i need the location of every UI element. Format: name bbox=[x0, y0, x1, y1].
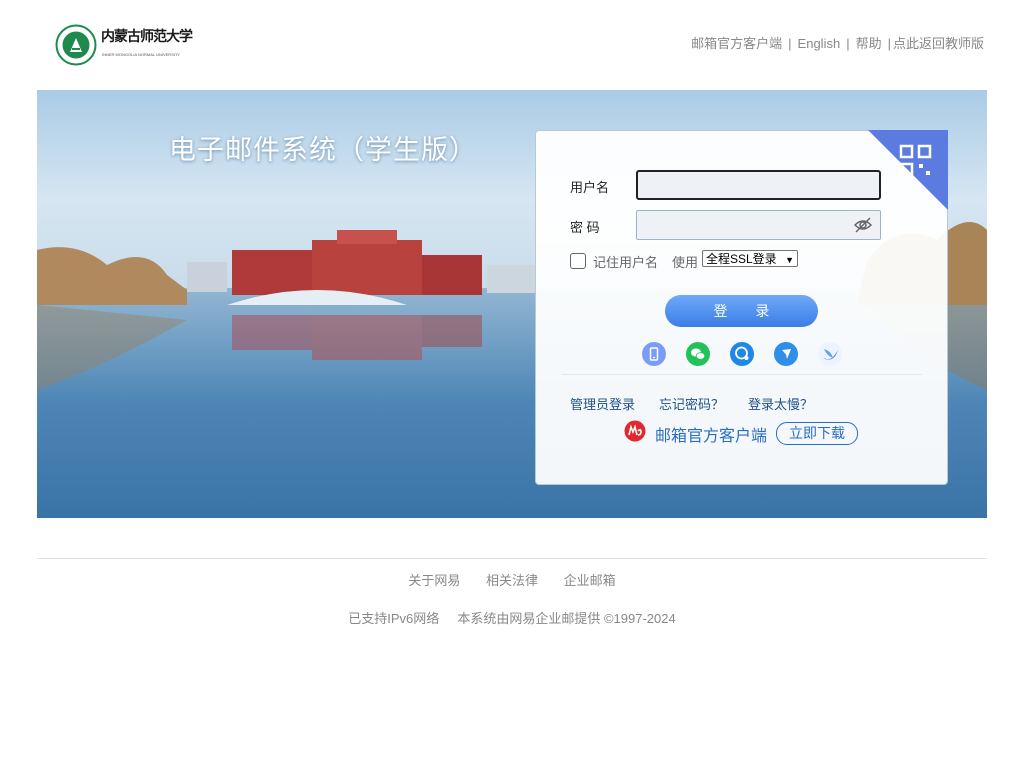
username-label: 用户名 bbox=[570, 180, 610, 195]
password-input[interactable] bbox=[636, 210, 881, 240]
phone-login-button[interactable] bbox=[642, 342, 666, 366]
wechat-login-button[interactable] bbox=[686, 342, 710, 366]
top-links: 邮箱官方客户端 | English | 帮助 | 点此返回教师版 bbox=[691, 36, 984, 51]
use-label: 使用 bbox=[672, 255, 699, 270]
panel-divider bbox=[562, 374, 922, 375]
client-label: 邮箱官方客户端 bbox=[655, 428, 768, 445]
legal-link[interactable]: 相关法律 bbox=[486, 573, 538, 588]
english-link[interactable]: English bbox=[798, 36, 841, 51]
slow-login-link[interactable]: 登录太慢？ bbox=[748, 394, 813, 413]
logo-subtitle: INNER MONGOLIA NORMAL UNIVERSITY bbox=[102, 52, 181, 57]
chat-login-button[interactable] bbox=[730, 342, 754, 366]
login-panel: 用户名 密 码 记住用户名 使用 全程SSL登录 ▼ 登 录 管理员登录 忘记密… bbox=[535, 130, 948, 485]
wechat-icon bbox=[691, 348, 706, 360]
chat-bubble-icon bbox=[735, 346, 749, 360]
popo-login-button[interactable] bbox=[818, 342, 842, 366]
admin-login-link[interactable]: 管理员登录 bbox=[570, 394, 635, 413]
hide-password-icon[interactable] bbox=[853, 216, 873, 234]
password-label: 密 码 bbox=[570, 220, 600, 235]
enterprise-mail-link[interactable]: 企业邮箱 bbox=[564, 573, 616, 588]
copyright-text: 本系统由网易企业邮提供 ©1997-2024 bbox=[457, 611, 676, 626]
remember-username-label: 记住用户名 bbox=[593, 255, 659, 270]
ssl-selected-option: 全程SSL登录 bbox=[706, 252, 777, 266]
pin-login-button[interactable] bbox=[774, 342, 798, 366]
ssl-select[interactable]: 全程SSL登录 ▼ bbox=[702, 250, 798, 267]
university-logo: 内蒙古师范大学 INNER MONGOLIA NORMAL UNIVERSITY bbox=[55, 24, 193, 66]
footer-copyright: 已支持IPv6网络 本系统由网易企业邮提供 ©1997-2024 bbox=[0, 608, 1024, 627]
help-link[interactable]: 帮助 bbox=[856, 36, 882, 51]
footer-links: 关于网易 相关法律 企业邮箱 bbox=[0, 570, 1024, 589]
forgot-password-link[interactable]: 忘记密码？ bbox=[659, 394, 724, 413]
popo-icon bbox=[822, 349, 838, 360]
phone-icon bbox=[649, 347, 659, 361]
logo-text: 内蒙古师范大学 bbox=[101, 29, 193, 45]
pin-icon bbox=[782, 349, 791, 359]
ipv6-notice: 已支持IPv6网络 bbox=[348, 611, 440, 626]
footer-divider bbox=[37, 558, 987, 559]
chevron-down-icon: ▼ bbox=[785, 255, 794, 265]
teacher-version-link[interactable]: 点此返回教师版 bbox=[893, 36, 984, 51]
remember-username-checkbox[interactable] bbox=[570, 253, 586, 269]
client-link[interactable]: 邮箱官方客户端 bbox=[691, 36, 782, 51]
username-input[interactable] bbox=[636, 170, 881, 200]
emblem-icon bbox=[55, 24, 97, 66]
banner-title: 电子邮件系统（学生版） bbox=[169, 135, 477, 165]
login-button[interactable]: 登 录 bbox=[665, 295, 818, 327]
download-button[interactable]: 立即下载 bbox=[776, 422, 858, 445]
mail-master-icon bbox=[624, 420, 646, 442]
about-netease-link[interactable]: 关于网易 bbox=[408, 573, 460, 588]
